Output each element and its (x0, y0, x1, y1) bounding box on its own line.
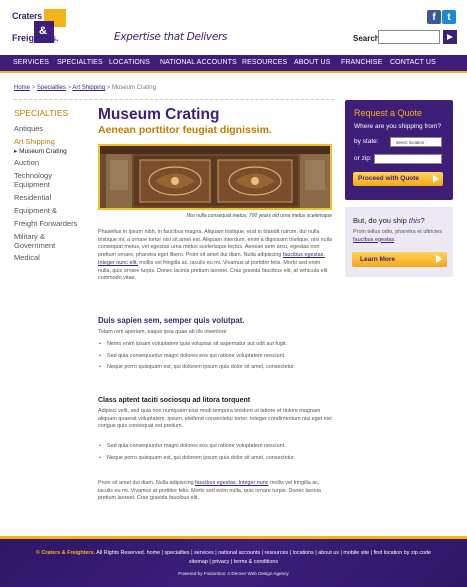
sidebar-subitem-museum-crating[interactable]: Museum Crating (14, 147, 67, 155)
search-submit-button[interactable] (443, 30, 457, 44)
list-item: Neque porro quisquam est, qui dolorem ip… (98, 364, 332, 372)
breadcrumb-separator: > (67, 85, 72, 91)
quote-title: Request a Quote (354, 108, 423, 118)
photo-caption: Nisi nulla consequat metus, 700 years ol… (186, 213, 332, 219)
nav-item-resources[interactable]: Resources (242, 59, 287, 66)
quote-subtitle: Where are you shipping from? (354, 123, 442, 130)
sidebar-item-military-government[interactable]: Military & Government (14, 232, 74, 250)
nav-item-locations[interactable]: Locations (109, 59, 150, 66)
page-title: Museum Crating (98, 106, 220, 123)
zip-label: or zip: (354, 155, 372, 162)
twitter-icon[interactable]: t (442, 10, 456, 24)
footer-copyright: All Rights Reserved. (95, 550, 146, 556)
subsection-heading: Class aptent taciti sociosqu ad litora t… (98, 397, 251, 404)
title-text: ? (420, 216, 425, 225)
footer-legal-links[interactable]: sitemap | privacy | terms & conditions (0, 559, 467, 565)
list-item: Sed quia consequuntur magni dolores eos … (98, 443, 332, 451)
page-subtitle: Aenean porttitor feugiat dignissim. (98, 124, 272, 136)
breadcrumb-current: Museum Crating (111, 85, 156, 91)
bullet-list: Nemo enim ipsam voluptatem quia voluptas… (98, 341, 332, 376)
title-emphasis: this (408, 216, 421, 225)
state-select[interactable]: - select location - (390, 137, 442, 147)
title-text: But, do you ship (353, 216, 409, 225)
ship-panel-text: Proin tellus odio, pharetra et ultricies… (353, 229, 448, 244)
facebook-icon[interactable]: f (427, 10, 441, 24)
sidebar-item-medical[interactable]: Medical (14, 253, 40, 262)
breadcrumb-art-shipping[interactable]: Art Shipping (72, 85, 105, 91)
subsection-paragraph: Adipisci velit, sed quia non numquam eiu… (98, 408, 332, 430)
state-label: by state: (354, 138, 379, 145)
divider (14, 99, 334, 100)
inline-link[interactable]: faucibus egestas (353, 237, 394, 243)
footer-brand: © Craters & Freighters. (35, 550, 96, 556)
panel-text: Proin tellus odio, pharetra et ultricies (353, 229, 442, 235)
bullet-list: Sed quia consequuntur magni dolores eos … (98, 443, 332, 466)
breadcrumb: Home > Specialties > Art Shipping > Muse… (14, 85, 156, 91)
tagline: Expertise that Delivers (114, 31, 228, 43)
zip-text: zip: (361, 155, 372, 162)
ship-panel-title: But, do you ship this? (353, 216, 425, 225)
logo-text-line1: Craters (12, 11, 43, 21)
breadcrumb-separator: > (31, 85, 36, 91)
site-logo[interactable]: Craters & Freighters. (12, 9, 112, 45)
nav-item-franchise[interactable]: Franchise (341, 59, 382, 66)
list-item: Nemo enim ipsam voluptatem quia voluptas… (98, 341, 332, 349)
list-item: Sed quia consequuntur magni dolores eos … (98, 353, 332, 361)
museum-cabinet-photo (98, 144, 332, 210)
nav-item-about-us[interactable]: About Us (294, 59, 330, 66)
main-nav: Services Specialties Locations National … (0, 55, 467, 73)
inline-link[interactable]: faucibus egestas. Integer nunc (195, 480, 268, 486)
breadcrumb-home[interactable]: Home (14, 85, 30, 91)
breadcrumb-separator: > (106, 85, 111, 91)
list-item: Neque porro quisquam est, qui dolorem ip… (98, 455, 332, 463)
nav-item-services[interactable]: Services (13, 59, 49, 66)
breadcrumb-specialties[interactable]: Specialties (37, 85, 66, 91)
sidebar-item-antiques[interactable]: Antiques (14, 124, 43, 133)
learn-more-button[interactable]: Learn More (352, 252, 447, 267)
sidebar-item-residential[interactable]: Residential (14, 193, 51, 202)
section-intro: Totam rem aperiam, eaque ipsa quae ab il… (98, 329, 227, 335)
cabinet-illustration (100, 146, 330, 208)
site-footer: © Craters & Freighters. All Rights Reser… (0, 536, 467, 587)
sidebar-item-art-shipping[interactable]: Art Shipping (14, 137, 55, 146)
closing-paragraph: Proin sit amet dui diam. Nulla adipiscin… (98, 480, 332, 503)
footer-links-row: © Craters & Freighters. All Rights Reser… (0, 550, 467, 556)
nav-item-national-accounts[interactable]: National Accounts (160, 59, 237, 66)
intro-paragraph: Phasellus in ipsum nibh, in faucibus mag… (98, 229, 332, 283)
sidebar-title: Specialties (14, 108, 69, 118)
sidebar-item-freight-forwarders[interactable]: Freight Forwarders (14, 219, 77, 228)
sidebar-item-equipment[interactable]: Equipment & (14, 206, 57, 215)
nav-item-contact-us[interactable]: Contact Us (390, 59, 436, 66)
site-header: Craters & Freighters. Expertise that Del… (0, 0, 467, 54)
nav-item-specialties[interactable]: Specialties (57, 59, 103, 66)
panel-text: . (394, 236, 396, 243)
or-text: or (354, 155, 360, 162)
paragraph-text: Proin sit amet dui diam. Nulla adipiscin… (98, 480, 196, 486)
section-heading: Duis sapien sem, semper quis volutpat. (98, 316, 245, 325)
sidebar-item-auction[interactable]: Auction (14, 158, 39, 167)
proceed-with-quote-button[interactable]: Proceed with Quote (353, 172, 443, 186)
sidebar-item-technology-equipment[interactable]: Technology Equipment (14, 171, 74, 189)
footer-links[interactable]: home | specialties | services | national… (147, 550, 431, 556)
footer-powered-by[interactable]: Powered by Fusionbox: A Denver Web Desig… (0, 571, 467, 576)
search-input[interactable] (378, 30, 440, 44)
zip-input[interactable] (374, 154, 442, 164)
logo-text-line2: Freighters. (12, 33, 59, 43)
